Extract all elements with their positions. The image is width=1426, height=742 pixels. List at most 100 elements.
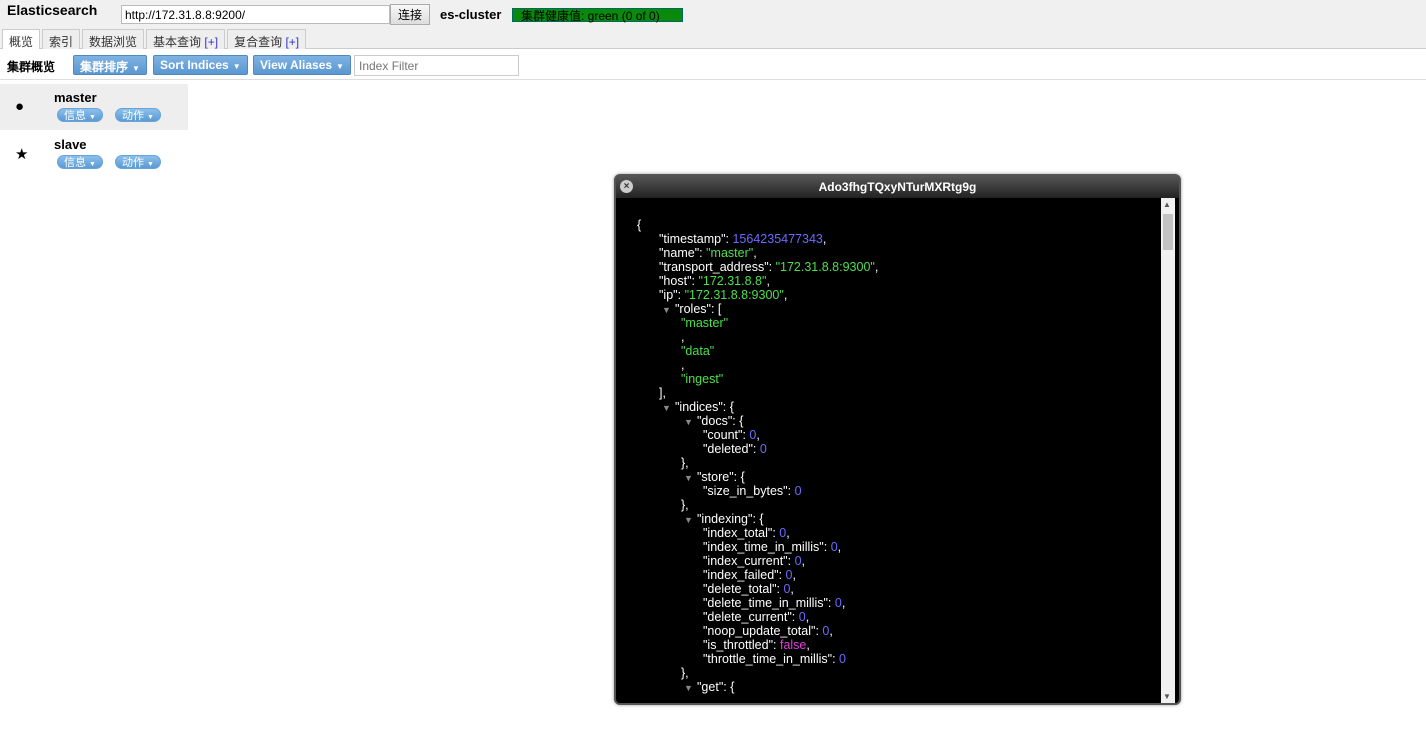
json-key: "deleted" bbox=[703, 442, 753, 456]
json-value: "data" bbox=[681, 344, 715, 358]
caret-down-icon: ▼ bbox=[89, 114, 96, 121]
json-line: "ingest" bbox=[637, 372, 878, 386]
tab-bar: 概览 索引 数据浏览 基本查询 [+] 复合查询 [+] bbox=[2, 29, 307, 50]
json-line: "delete_current": 0, bbox=[637, 610, 878, 624]
json-colon: : bbox=[832, 652, 840, 666]
json-punct: , bbox=[790, 582, 794, 596]
json-key: "index_total" bbox=[703, 526, 773, 540]
json-punct: , bbox=[874, 260, 879, 274]
cluster-name: es-cluster bbox=[440, 7, 502, 22]
caret-down-icon: ▼ bbox=[132, 64, 140, 73]
toolbar-title: 集群概览 bbox=[7, 60, 56, 74]
node-info-button[interactable]: 信息 ▼ bbox=[57, 155, 103, 169]
json-colon: : bbox=[787, 484, 795, 498]
tab-compound-query[interactable]: 复合查询 [+] bbox=[227, 29, 307, 49]
json-key: "size_in_bytes" bbox=[703, 484, 788, 498]
json-line: "delete_total": 0, bbox=[637, 582, 878, 596]
scroll-up-icon[interactable]: ▲ bbox=[1163, 200, 1171, 209]
json-colon: : bbox=[778, 568, 786, 582]
json-line: "master" bbox=[637, 316, 878, 330]
node-name: slave bbox=[54, 137, 87, 152]
json-value: 0 bbox=[798, 610, 806, 624]
json-line: "timestamp": 1564235477343, bbox=[637, 232, 878, 246]
json-value: 0 bbox=[830, 540, 838, 554]
collapse-arrow-icon[interactable]: ▼ bbox=[684, 681, 693, 695]
cluster-health-badge: 集群健康值: green (0 of 0) bbox=[512, 8, 683, 23]
json-line: "transport_address": "172.31.8.8:9300", bbox=[637, 260, 878, 274]
cluster-url-input[interactable] bbox=[121, 5, 390, 24]
json-key: "ip" bbox=[659, 288, 678, 302]
collapse-arrow-icon[interactable]: ▼ bbox=[662, 401, 671, 415]
node-action-button[interactable]: 动作 ▼ bbox=[115, 108, 161, 122]
json-punct: , bbox=[783, 288, 788, 302]
json-colon: : bbox=[773, 638, 780, 652]
add-compound-query[interactable]: [+] bbox=[285, 35, 299, 49]
json-colon: : bbox=[787, 554, 795, 568]
json-punct: , bbox=[766, 274, 770, 288]
caret-down-icon: ▼ bbox=[147, 161, 154, 168]
json-key: "delete_total" bbox=[703, 582, 777, 596]
json-punct: { bbox=[729, 400, 734, 414]
collapse-arrow-icon[interactable]: ▼ bbox=[684, 415, 693, 429]
scroll-down-icon[interactable]: ▼ bbox=[1163, 692, 1171, 701]
json-punct: , bbox=[806, 638, 810, 652]
dialog-title: Ado3fhgTQxyNTurMXRtg9g bbox=[616, 176, 1179, 198]
json-key: "delete_current" bbox=[703, 610, 792, 624]
json-colon: : bbox=[677, 288, 685, 302]
json-line: "delete_time_in_millis": 0, bbox=[637, 596, 878, 610]
json-colon: : bbox=[827, 596, 835, 610]
sort-indices-button[interactable]: Sort Indices ▼ bbox=[153, 55, 248, 75]
json-key: "roles" bbox=[675, 302, 711, 316]
caret-down-icon: ▼ bbox=[336, 62, 344, 71]
json-value: 0 bbox=[794, 554, 802, 568]
json-line: { bbox=[637, 218, 878, 232]
tab-basic-query[interactable]: 基本查询 [+] bbox=[146, 29, 226, 49]
json-line: ▼ "indexing": { bbox=[637, 512, 878, 526]
json-punct: { bbox=[739, 414, 744, 428]
json-punct: }, bbox=[681, 498, 689, 512]
scrollbar[interactable]: ▲ ▼ bbox=[1161, 198, 1175, 703]
app-title: Elasticsearch bbox=[7, 2, 98, 18]
json-punct: , bbox=[756, 428, 760, 442]
close-icon[interactable]: × bbox=[620, 180, 633, 193]
json-line: "host": "172.31.8.8", bbox=[637, 274, 878, 288]
json-punct: , bbox=[841, 596, 846, 610]
json-value: "172.31.8.8" bbox=[698, 274, 767, 288]
json-key: "get" bbox=[697, 680, 724, 694]
collapse-arrow-icon[interactable]: ▼ bbox=[684, 513, 693, 527]
json-key: "timestamp" bbox=[659, 232, 726, 246]
tab-browser[interactable]: 数据浏览 bbox=[82, 29, 145, 49]
json-line: ▼ "get": { bbox=[637, 680, 878, 694]
json-colon: : bbox=[710, 302, 718, 316]
json-key: "index_current" bbox=[703, 554, 788, 568]
json-punct: , bbox=[792, 568, 796, 582]
tab-overview[interactable]: 概览 bbox=[2, 29, 41, 50]
tab-label: 复合查询 bbox=[234, 35, 283, 49]
add-basic-query[interactable]: [+] bbox=[204, 35, 218, 49]
json-colon: : bbox=[791, 610, 799, 624]
view-aliases-button[interactable]: View Aliases ▼ bbox=[253, 55, 351, 75]
node-action-button[interactable]: 动作 ▼ bbox=[115, 155, 161, 169]
button-label: View Aliases bbox=[260, 58, 333, 72]
collapse-arrow-icon[interactable]: ▼ bbox=[662, 303, 671, 317]
sort-cluster-button[interactable]: 集群排序 ▼ bbox=[73, 55, 147, 75]
json-key: "throttle_time_in_millis" bbox=[703, 652, 833, 666]
json-line: "index_failed": 0, bbox=[637, 568, 878, 582]
node-info-button[interactable]: 信息 ▼ bbox=[57, 108, 103, 122]
json-key: "index_time_in_millis" bbox=[703, 540, 824, 554]
connect-button[interactable]: 连接 bbox=[390, 4, 430, 25]
collapse-arrow-icon[interactable]: ▼ bbox=[684, 471, 693, 485]
index-filter-input[interactable] bbox=[354, 55, 519, 76]
json-value: 0 bbox=[834, 596, 842, 610]
node-name: master bbox=[54, 90, 97, 105]
json-punct: , bbox=[829, 624, 833, 638]
json-colon: : bbox=[733, 470, 741, 484]
json-value: "master" bbox=[681, 316, 729, 330]
tab-indices[interactable]: 索引 bbox=[42, 29, 81, 49]
json-value: "172.31.8.8:9300" bbox=[775, 260, 875, 274]
scrollbar-thumb[interactable] bbox=[1163, 214, 1173, 250]
json-line: "index_time_in_millis": 0, bbox=[637, 540, 878, 554]
json-value: 0 bbox=[794, 484, 802, 498]
json-line: ▼ "roles": [ bbox=[637, 302, 878, 316]
dialog-body: {"timestamp": 1564235477343, "name": "mas… bbox=[616, 198, 1179, 703]
